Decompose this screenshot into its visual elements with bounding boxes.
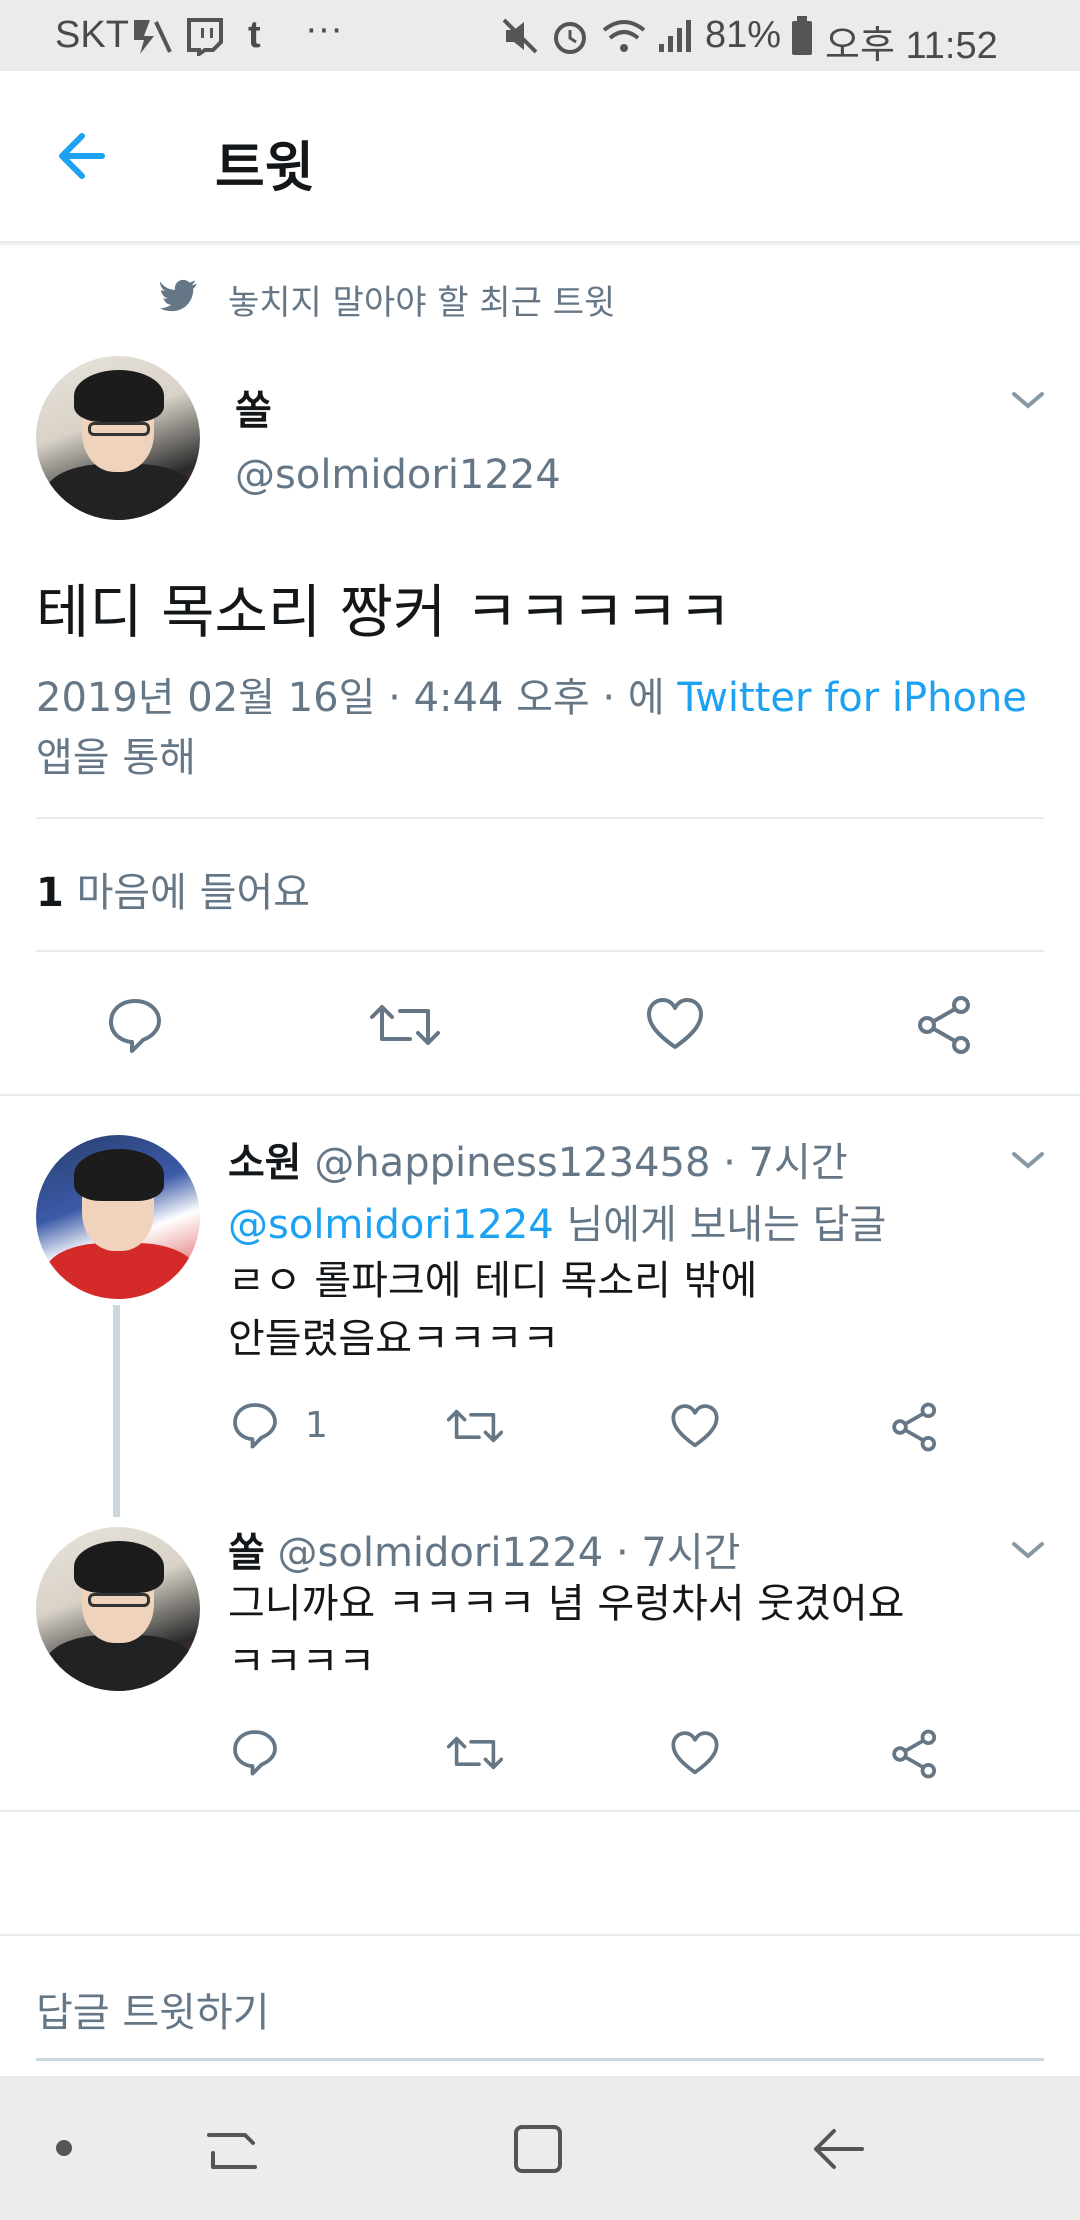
reply-author-name[interactable]: 쏠	[228, 1530, 265, 1576]
chevron-down-icon[interactable]	[1010, 388, 1046, 416]
back-arrow-icon	[59, 133, 105, 179]
twitch-icon	[185, 16, 225, 60]
tweet-date: 2019년 02월 16일 · 4:44 오후 · 에	[36, 675, 678, 721]
like-icon[interactable]	[670, 1729, 720, 1779]
likes-count: 1	[36, 870, 64, 916]
avatar[interactable]	[36, 1135, 200, 1299]
divider	[36, 950, 1044, 952]
reply-count: 1	[305, 1405, 328, 1446]
compose-reply-field[interactable]: 답글 트윗하기	[36, 1960, 1044, 2061]
like-icon[interactable]	[670, 1402, 720, 1452]
reply-icon[interactable]	[105, 995, 165, 1055]
avatar[interactable]	[36, 1527, 200, 1691]
wifi-icon	[600, 16, 648, 60]
recent-apps-icon[interactable]	[205, 2121, 261, 2181]
share-icon[interactable]	[915, 995, 975, 1055]
divider	[0, 1810, 1080, 1812]
navigation-bar	[0, 2076, 1080, 2220]
divider	[0, 1934, 1080, 1936]
thread-line	[113, 1305, 120, 1517]
tweet-text: 테디 목소리 짱커 ㅋㅋㅋㅋㅋ	[36, 578, 732, 646]
avatar[interactable]	[36, 356, 200, 520]
reply-header: 쏠 @solmidori1224 · 7시간	[228, 1520, 740, 1578]
context-label: 놓치지 말아야 할 최근 트윗	[228, 283, 616, 323]
tweet-meta: 2019년 02월 16일 · 4:44 오후 · 에 Twitter for …	[36, 668, 1046, 788]
battery-percent: 81%	[705, 14, 782, 56]
reply-header: 소원 @happiness123458 · 7시간	[228, 1130, 848, 1188]
alarm-icon	[550, 16, 590, 60]
reply-text-line: ㅋㅋㅋㅋ	[228, 1639, 376, 1685]
reply-text-line: 안들렸음요ㅋㅋㅋㅋ	[228, 1316, 560, 1362]
compose-placeholder: 답글 트윗하기	[36, 1990, 270, 2036]
home-icon[interactable]	[510, 2121, 566, 2181]
app-bar: 트윗	[0, 71, 1080, 243]
page-title: 트윗	[215, 136, 315, 199]
battery-icon	[790, 16, 814, 60]
reply-icon[interactable]	[230, 1400, 280, 1450]
reply-text-line: 그니까요 ㅋㅋㅋㅋ 념 우렁차서 웃겼어요	[228, 1581, 905, 1627]
back-nav-icon[interactable]	[810, 2121, 866, 2181]
reply-author-name[interactable]: 소원	[228, 1140, 302, 1186]
app-notification-icon	[130, 16, 174, 60]
twitter-bird-icon	[160, 278, 200, 318]
likes-summary[interactable]: 1 마음에 들어요	[36, 860, 310, 918]
author-handle[interactable]: @solmidori1224	[235, 452, 561, 498]
back-button[interactable]	[50, 121, 120, 191]
clock: 오후 11:52	[825, 25, 998, 67]
retweet-icon[interactable]	[447, 1402, 503, 1450]
nav-dot-icon[interactable]	[56, 2140, 72, 2156]
reply-text-line: ㄹㅇ 롤파크에 테디 목소리 밖에	[228, 1258, 758, 1304]
divider	[0, 1094, 1080, 1096]
mute-icon	[500, 16, 540, 60]
share-icon[interactable]	[890, 1729, 940, 1779]
signal-icon	[655, 16, 695, 60]
author-name[interactable]: 쏠	[235, 378, 272, 436]
reply-to-line: @solmidori1224 님에게 보내는 답글	[228, 1192, 886, 1250]
tumblr-icon: t	[248, 14, 261, 56]
reply-text: 그니까요 ㅋㅋㅋㅋ 념 우렁차서 웃겼어요 ㅋㅋㅋㅋ	[228, 1575, 904, 1691]
reply-to-suffix: 님에게 보내는 답글	[553, 1202, 887, 1248]
reply-to-handle[interactable]: @solmidori1224	[228, 1202, 554, 1248]
reply-author-handle[interactable]: @happiness123458 · 7시간	[314, 1140, 847, 1186]
carrier-label: SKT	[55, 14, 129, 56]
share-icon[interactable]	[890, 1402, 940, 1452]
tweet-meta-suffix: 앱을 통해	[36, 735, 196, 781]
likes-label: 마음에 들어요	[76, 870, 311, 916]
divider	[36, 817, 1044, 819]
chevron-down-icon[interactable]	[1010, 1538, 1046, 1566]
source-link[interactable]: Twitter for iPhone	[677, 675, 1027, 721]
status-bar: SKT t ··· 81% 오후 11:52	[0, 0, 1080, 71]
reply-icon[interactable]	[230, 1727, 280, 1777]
reply-text: ㄹㅇ 롤파크에 테디 목소리 밖에 안들렸음요ㅋㅋㅋㅋ	[228, 1252, 757, 1368]
chevron-down-icon[interactable]	[1010, 1148, 1046, 1176]
retweet-icon[interactable]	[370, 995, 440, 1055]
like-icon[interactable]	[645, 995, 705, 1055]
reply-author-handle[interactable]: @solmidori1224 · 7시간	[278, 1530, 741, 1576]
more-notifications-icon: ···	[305, 8, 343, 50]
retweet-icon[interactable]	[447, 1729, 503, 1777]
